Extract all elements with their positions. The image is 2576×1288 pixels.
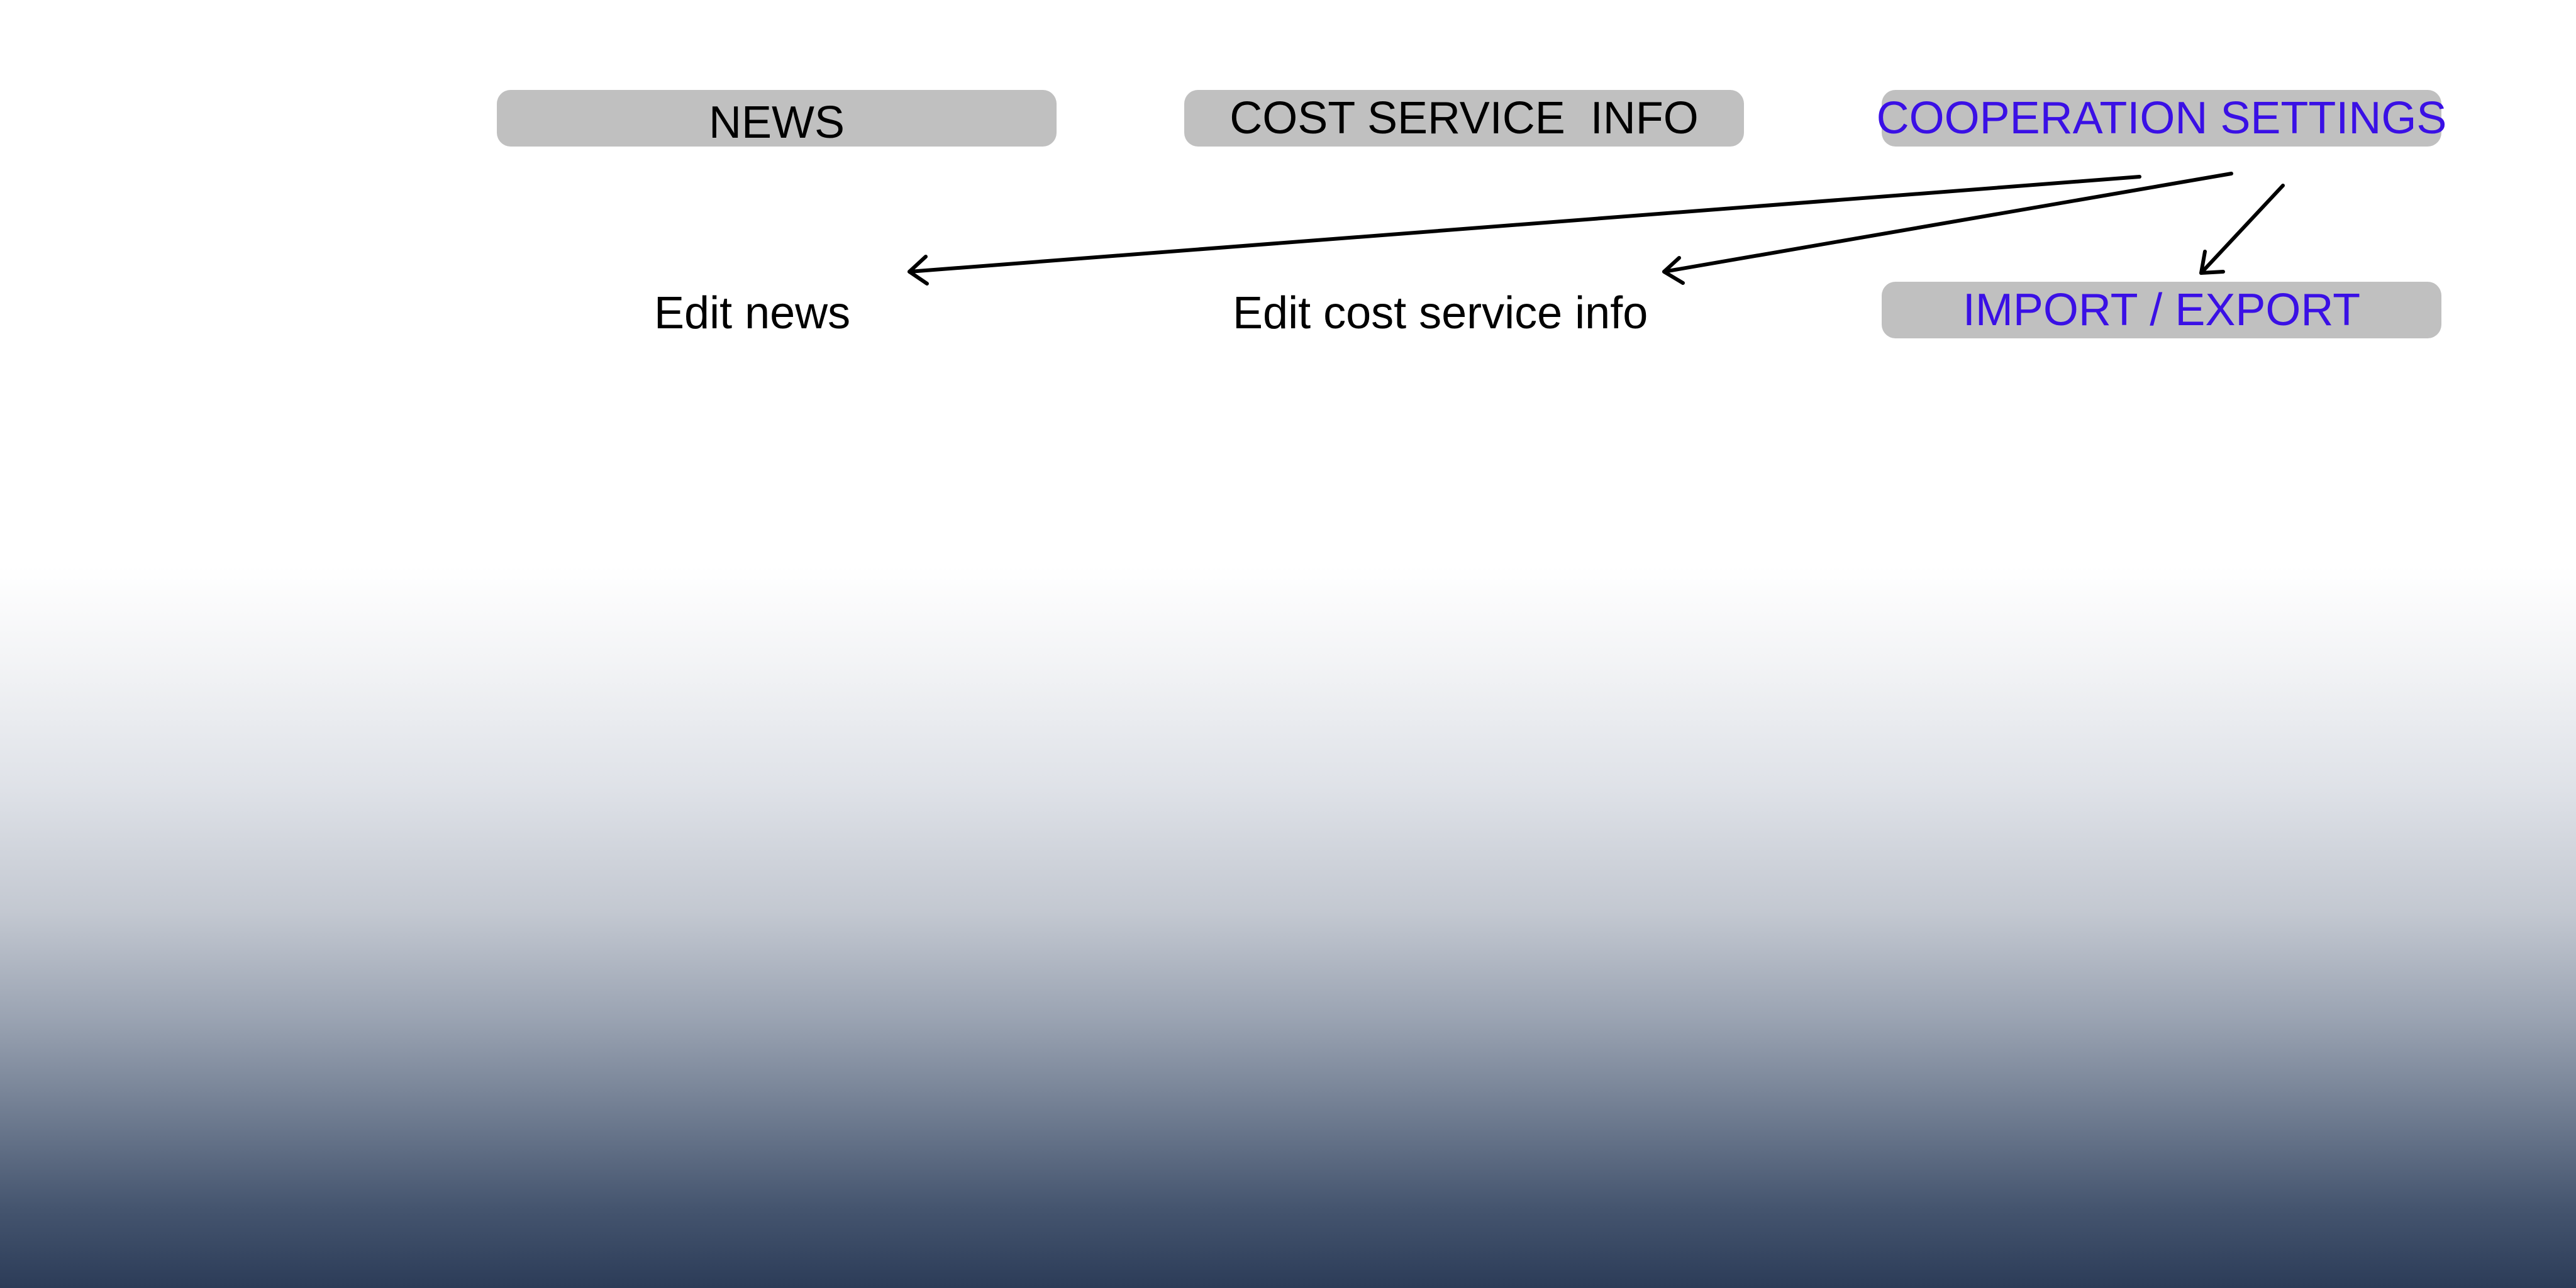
cost-service-info-button[interactable]: COST SERVICE INFO	[1184, 90, 1744, 147]
cooperation-settings-button-label: COOPERATION SETTINGS	[1876, 93, 2447, 143]
news-button-label: NEWS	[709, 97, 845, 148]
arrow-to-edit-cost-service-info	[1662, 172, 2233, 285]
cooperation-settings-button[interactable]: COOPERATION SETTINGS	[1877, 90, 2446, 147]
arrow-to-edit-news	[908, 175, 2141, 286]
cost-service-info-button-label: COST SERVICE INFO	[1230, 93, 1699, 143]
arrow-to-import-export	[2199, 184, 2285, 275]
edit-news-label: Edit news	[654, 288, 851, 338]
news-button[interactable]: NEWS	[497, 90, 1057, 147]
import-export-button-label: IMPORT / EXPORT	[1962, 285, 2361, 335]
edit-cost-service-info-label: Edit cost service info	[1233, 288, 1648, 338]
import-export-button[interactable]: IMPORT / EXPORT	[1882, 282, 2441, 338]
connector-arrows	[908, 172, 2285, 286]
